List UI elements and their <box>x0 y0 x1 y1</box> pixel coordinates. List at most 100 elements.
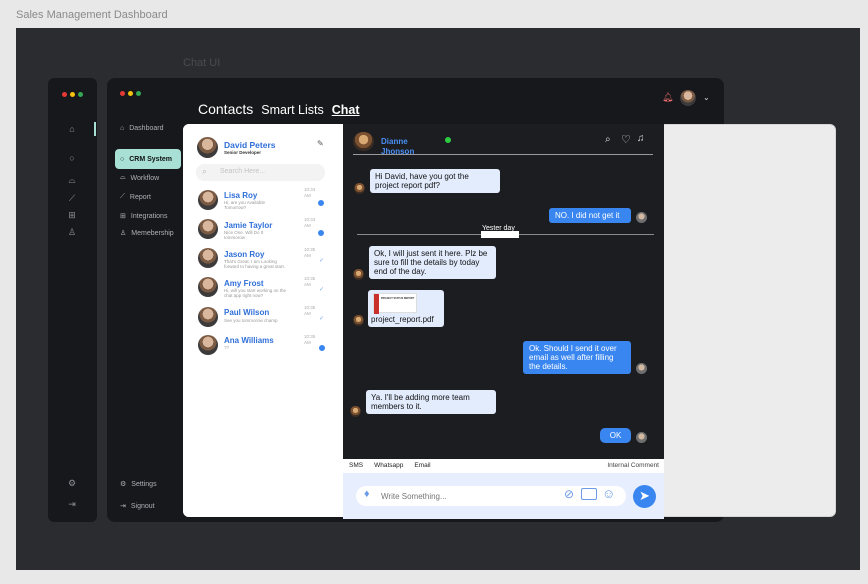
contact-avatar <box>198 248 218 268</box>
tab-contacts[interactable]: Contacts <box>198 101 253 117</box>
contact-message: Hi, are you Available Tomorrow? <box>224 200 265 210</box>
contact-message: ?? <box>224 345 230 350</box>
contact-avatar <box>198 219 218 239</box>
search-icon[interactable]: ⌕ <box>605 134 611 145</box>
frame-label: Chat UI <box>183 57 221 69</box>
tab-smart-lists[interactable]: Smart Lists <box>261 103 324 117</box>
nav-crm-system[interactable]: ○ CRM System <box>115 149 181 169</box>
contact-time: 10:35 AM <box>304 247 316 258</box>
list-item[interactable]: Jamie Taylor Nice One. Will Do It tommor… <box>183 217 343 245</box>
chat-icon: ○ <box>120 155 125 163</box>
rail-active-indicator <box>94 122 96 136</box>
edit-icon[interactable]: ✎ <box>317 139 324 148</box>
minimize-dot[interactable] <box>128 91 133 96</box>
chat-icon[interactable]: ○ <box>66 152 78 164</box>
list-item[interactable]: Ana Williams ?? 10:35 AM <box>183 334 343 361</box>
integrations-icon[interactable]: ⊞ <box>66 209 78 221</box>
read-check-icon: ✓ <box>319 316 325 322</box>
contact-mini-avatar <box>354 183 365 194</box>
maximize-dot[interactable] <box>136 91 141 96</box>
contact-message: That's Great. I am Looking forward to ha… <box>224 259 286 269</box>
user-avatar[interactable] <box>680 90 696 106</box>
search-input[interactable]: Search Here... <box>220 168 265 175</box>
bag-icon: ⌓ <box>120 174 126 181</box>
contact-message: See you tommorow champ <box>224 318 278 323</box>
contact-time: 10:35 AM <box>304 305 316 316</box>
contact-time: 10:35 AM <box>304 276 316 287</box>
chart-icon: ⟋ <box>120 193 125 200</box>
send-button[interactable]: ➤ <box>633 485 656 508</box>
user-icon: ♙ <box>120 230 127 237</box>
nav-integrations[interactable]: ⊞ Integrations <box>115 208 181 224</box>
chat-contact-avatar <box>353 132 374 151</box>
chart-icon[interactable]: ⟋ <box>66 192 78 204</box>
tab-chat[interactable]: Chat <box>332 103 360 117</box>
contact-mini-avatar <box>353 315 364 326</box>
attach-icon[interactable]: ⊘ <box>564 487 574 501</box>
nav-report[interactable]: ⟋ Report <box>115 189 181 205</box>
contact-avatar <box>198 277 218 297</box>
list-item[interactable]: Jason Roy That's Great. I am Looking for… <box>183 247 343 278</box>
my-mini-avatar <box>636 363 647 374</box>
contact-name: Ana Williams <box>224 336 274 345</box>
heart-icon[interactable]: ♡ <box>621 133 631 146</box>
contact-name: Amy Frost <box>224 279 264 288</box>
nav-settings[interactable]: ⚙ Settings <box>115 476 181 492</box>
home-icon[interactable]: ⌂ <box>66 123 78 135</box>
profile-avatar <box>197 137 218 158</box>
message-input-box[interactable]: ♦ ⊘ ☺ <box>356 486 626 506</box>
contact-time: 10:35 AM <box>304 334 316 345</box>
emoji-icon[interactable]: ☺ <box>602 486 615 501</box>
maximize-dot[interactable] <box>78 92 83 97</box>
contact-list-panel: David Peters Senior Developer ✎ ⌕ Search… <box>183 124 343 517</box>
channel-whatsapp[interactable]: Whatsapp <box>374 462 403 469</box>
list-item[interactable]: Amy Frost Hi, will you start working on … <box>183 276 343 303</box>
bag-icon[interactable]: ⌓ <box>66 174 78 186</box>
profile-role: Senior Developer <box>224 150 262 155</box>
settings-icon[interactable]: ⚙ <box>66 477 78 489</box>
contact-time: 10:34 AM <box>304 187 316 198</box>
nav-workflow[interactable]: ⌓ Workflow <box>115 170 181 186</box>
top-tabs: Contacts Smart Lists Chat <box>198 101 360 117</box>
settings-icon: ⚙ <box>120 481 127 488</box>
icon-rail: ⌂ ○ ⌓ ⟋ ⊞ ♙ ⚙ ⇥ <box>48 78 97 522</box>
my-mini-avatar <box>636 432 647 443</box>
online-indicator <box>445 137 451 143</box>
user-icon[interactable]: ♙ <box>66 226 78 238</box>
channel-email[interactable]: Email <box>414 462 430 469</box>
signout-icon[interactable]: ⇥ <box>66 498 78 510</box>
bell-icon[interactable]: ♫ <box>637 133 645 144</box>
list-item[interactable]: Paul Wilson See you tommorow champ 10:35… <box>183 305 343 333</box>
search-box[interactable]: ⌕ Search Here... <box>196 164 325 181</box>
message-input[interactable] <box>381 489 561 503</box>
nav-memebership[interactable]: ♙ Memebership <box>115 225 181 241</box>
message-outgoing: Ok. Should I send it over email as well … <box>523 341 631 374</box>
close-dot[interactable] <box>120 91 125 96</box>
channel-sms[interactable]: SMS <box>349 462 363 469</box>
my-mini-avatar <box>636 212 647 223</box>
contact-mini-avatar <box>350 406 361 417</box>
contact-time: 10:34 AM <box>304 217 316 228</box>
camera-icon[interactable] <box>581 488 597 500</box>
nav-dashboard[interactable]: ⌂ Dashboard <box>115 120 181 136</box>
channel-tabs: SMS Whatsapp Email <box>349 462 431 469</box>
list-item[interactable]: Lisa Roy Hi, are you Available Tomorrow?… <box>183 187 343 216</box>
date-divider-label: Yester day <box>482 225 515 232</box>
composer: SMS Whatsapp Email Internal Comment ♦ ⊘ … <box>343 459 664 519</box>
contact-message: Nice One. Will Do It tommorow <box>224 230 264 240</box>
chevron-down-icon[interactable]: ⌄ <box>703 93 710 102</box>
nav-signout[interactable]: ⇥ Signout <box>115 498 181 514</box>
attachment-bubble[interactable]: PROJECT STATUS REPORT project_report.pdf <box>368 290 444 327</box>
contact-message: Hi, will you start working on the chat a… <box>224 288 287 298</box>
internal-comment-tab[interactable]: Internal Comment <box>607 462 659 469</box>
notification-bell-icon[interactable]: 🔔︎ <box>662 92 673 103</box>
message-incoming: Ok, I will just sent it here. Plz be sur… <box>369 246 496 279</box>
close-dot[interactable] <box>62 92 67 97</box>
frame-title: Sales Management Dashboard <box>16 9 168 21</box>
minimize-dot[interactable] <box>70 92 75 97</box>
unread-badge <box>319 345 325 351</box>
window-controls <box>120 91 141 96</box>
contact-avatar <box>198 335 218 355</box>
microphone-icon[interactable]: ♦ <box>364 488 370 500</box>
compose-area: ♦ ⊘ ☺ ➤ <box>343 473 664 519</box>
